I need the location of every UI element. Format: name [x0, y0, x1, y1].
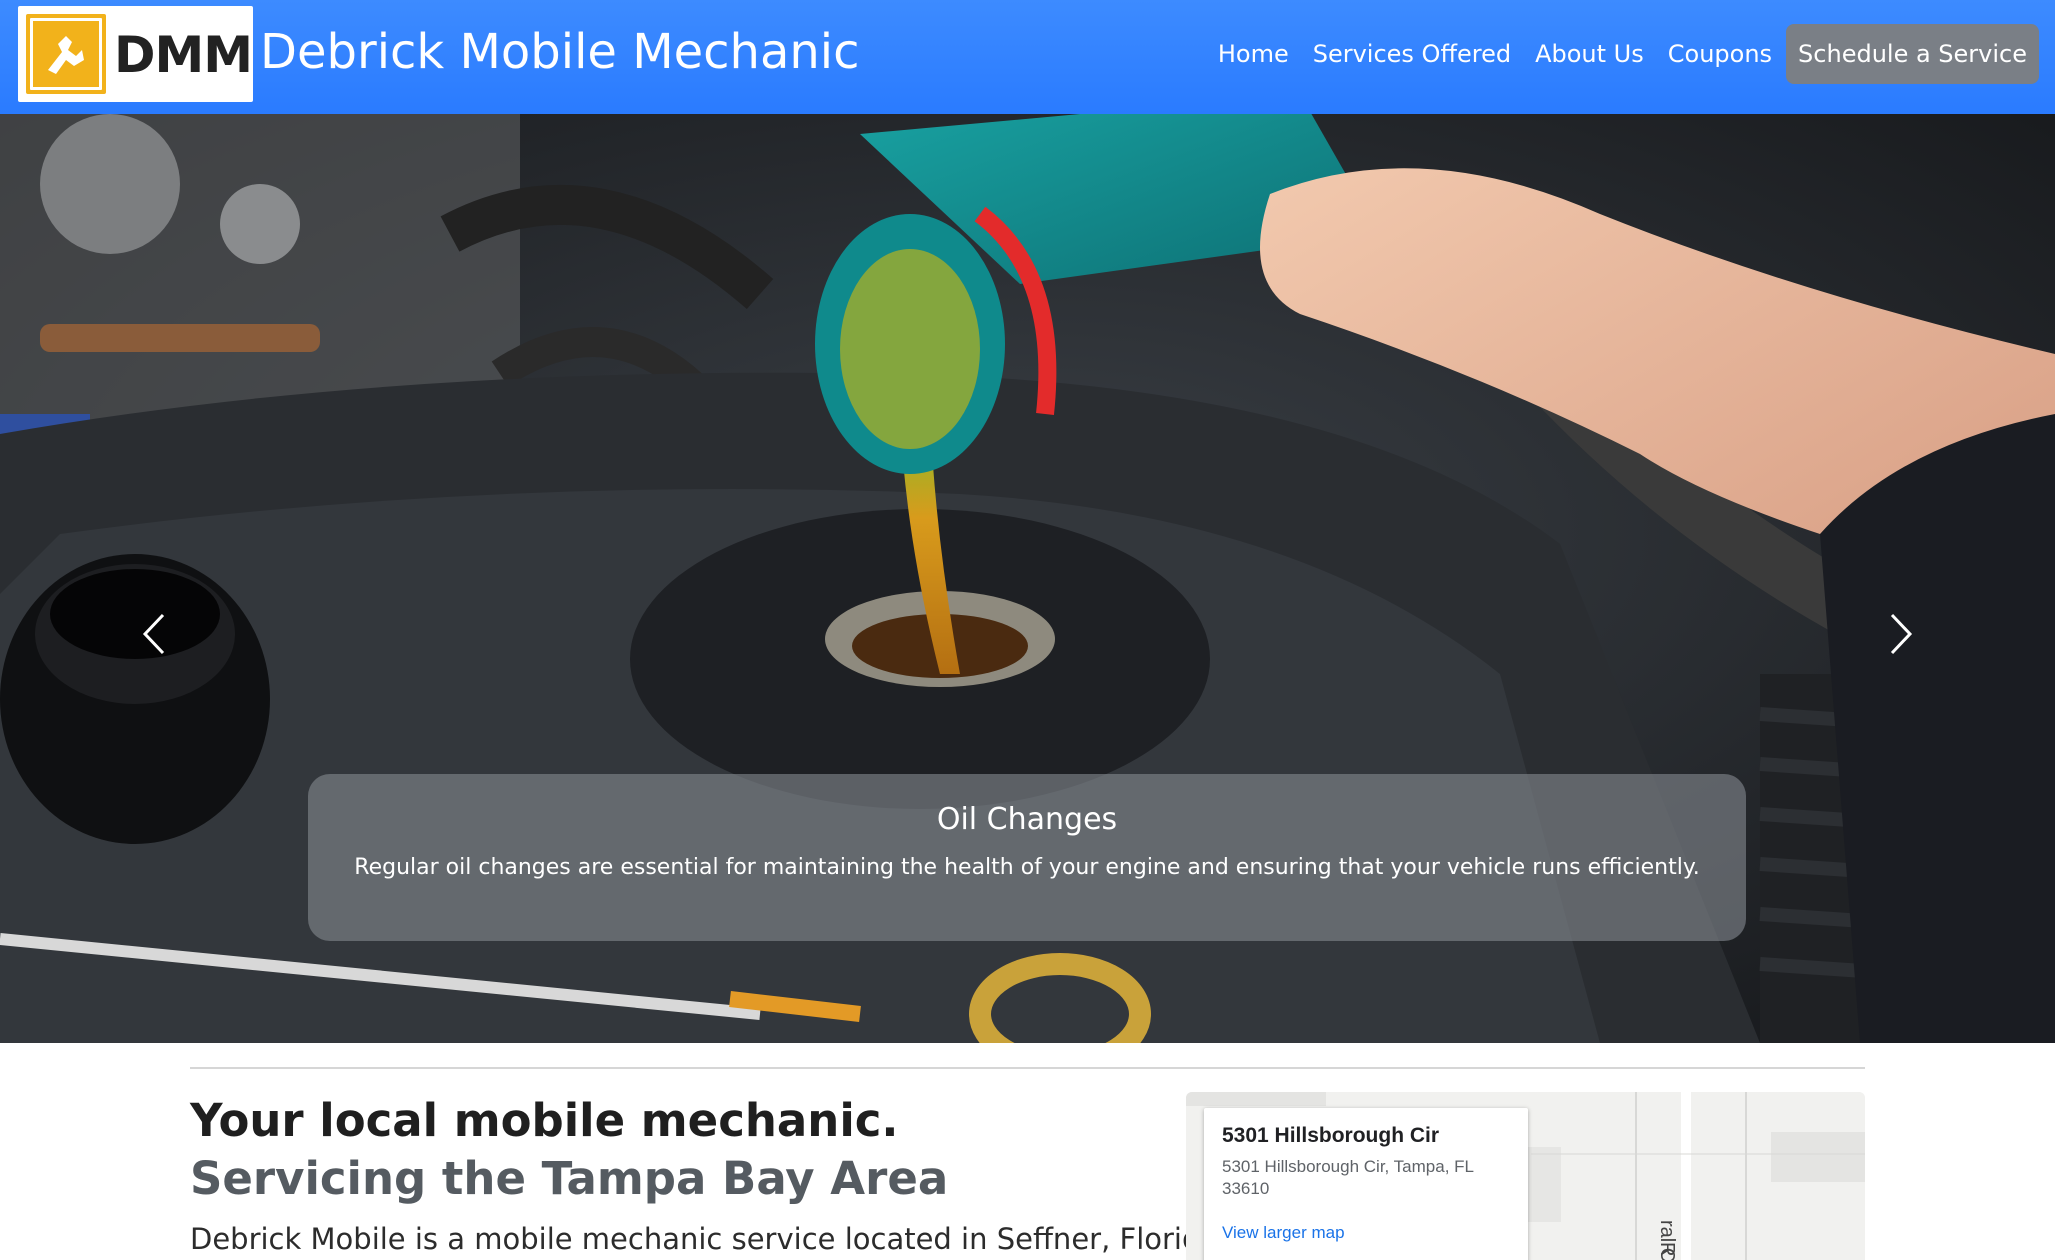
carousel-prev-button[interactable] — [135, 609, 175, 659]
carousel-caption: Oil Changes Regular oil changes are esse… — [308, 774, 1746, 941]
view-larger-map-link[interactable]: View larger map — [1222, 1223, 1345, 1243]
location-map[interactable]: 5301 Hillsborough Cir 5301 Hillsborough … — [1186, 1092, 1865, 1260]
nav-link-coupons[interactable]: Coupons — [1656, 40, 1784, 68]
chevron-left-icon — [142, 613, 165, 655]
mechanic-logo-icon — [26, 14, 106, 94]
carousel-next-button[interactable] — [1880, 609, 1920, 659]
lead-paragraph: Debrick Mobile is a mobile mechanic serv… — [190, 1222, 1219, 1256]
headline-strong: Your local mobile mechanic. — [190, 1094, 899, 1147]
map-card-address: 5301 Hillsborough Cir, Tampa, FL 33610 — [1222, 1157, 1474, 1198]
map-street-label-2: R — [1656, 1242, 1678, 1257]
chevron-right-icon — [1890, 613, 1913, 655]
nav-link-home[interactable]: Home — [1206, 40, 1301, 68]
logo-text: DMM — [114, 26, 253, 84]
hero-carousel: Oil Changes Regular oil changes are esse… — [0, 114, 2055, 1043]
logo[interactable]: DMM — [18, 6, 253, 102]
caption-text: Regular oil changes are essential for ma… — [354, 855, 1700, 880]
headline-muted: Servicing the Tampa Bay Area — [190, 1152, 949, 1205]
brand-title[interactable]: Debrick Mobile Mechanic — [260, 24, 860, 80]
section-divider — [190, 1067, 1865, 1069]
map-info-card: 5301 Hillsborough Cir 5301 Hillsborough … — [1204, 1108, 1528, 1260]
nav-link-services[interactable]: Services Offered — [1301, 40, 1523, 68]
page-headline: Your local mobile mechanic. Servicing th… — [190, 1092, 1150, 1208]
navbar: DMM Debrick Mobile Mechanic Home Service… — [0, 0, 2055, 114]
nav-link-about[interactable]: About Us — [1523, 40, 1656, 68]
schedule-service-button[interactable]: Schedule a Service — [1786, 24, 2039, 84]
map-card-title: 5301 Hillsborough Cir — [1222, 1124, 1440, 1147]
nav-links: Home Services Offered About Us Coupons S… — [1206, 24, 2039, 84]
caption-title: Oil Changes — [936, 802, 1118, 837]
